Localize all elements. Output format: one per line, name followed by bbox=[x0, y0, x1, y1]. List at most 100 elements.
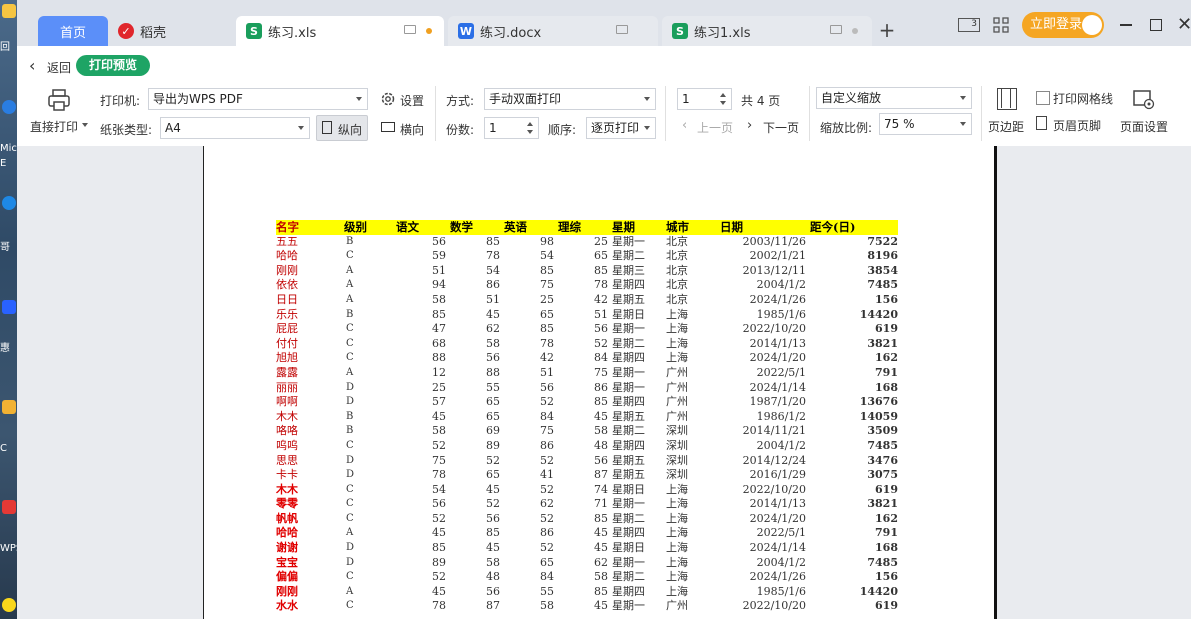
table-cell: 62 bbox=[486, 322, 500, 336]
prev-page-button[interactable]: 上一页 bbox=[697, 119, 733, 136]
table-row: 木木 B 45 65 84 45 星期五 广州 1986/1/2 14059 bbox=[276, 410, 898, 425]
margins-icon[interactable] bbox=[997, 88, 1017, 110]
maximize-icon[interactable] bbox=[1150, 19, 1162, 31]
printer-icon[interactable] bbox=[47, 88, 71, 112]
portrait-button[interactable]: 纵向 bbox=[316, 115, 368, 141]
table-row: 呜呜 C 52 89 86 48 星期四 深圳 2004/1/2 7485 bbox=[276, 439, 898, 454]
gear-icon[interactable] bbox=[380, 91, 396, 107]
chevron-right-icon[interactable]: › bbox=[747, 118, 752, 133]
table-cell: 星期四 bbox=[612, 278, 645, 292]
shortcut-icon[interactable] bbox=[2, 300, 16, 314]
table-cell: 2022/5/1 bbox=[756, 526, 806, 540]
landscape-button[interactable]: 横向 bbox=[379, 117, 439, 139]
margins-button[interactable]: 页边距 bbox=[988, 118, 1024, 135]
table-cell: 52 bbox=[432, 438, 446, 452]
table-cell: 85 bbox=[540, 322, 554, 336]
header-footer-icon[interactable] bbox=[1036, 116, 1047, 130]
table-cell: 87 bbox=[486, 599, 500, 613]
table-cell: 54 bbox=[486, 263, 500, 277]
page-setup-button[interactable]: 页面设置 bbox=[1120, 118, 1168, 135]
edge-icon[interactable] bbox=[2, 100, 16, 114]
table-cell: 3509 bbox=[867, 424, 898, 438]
direct-print-button[interactable]: 直接打印 bbox=[30, 118, 78, 135]
page-number-stepper[interactable]: 1 bbox=[677, 88, 732, 110]
table-cell: 上海 bbox=[666, 584, 688, 598]
settings-button[interactable]: 设置 bbox=[400, 92, 424, 109]
table-cell: 12 bbox=[432, 365, 446, 379]
monitor-icon[interactable] bbox=[830, 25, 842, 34]
table-cell: 619 bbox=[875, 322, 898, 336]
page-view-icon[interactable]: 3 bbox=[958, 18, 980, 32]
table-cell: 2016/1/29 bbox=[749, 468, 806, 482]
table-cell: 3075 bbox=[867, 468, 898, 482]
tab-xls1[interactable]: S 练习1.xls bbox=[662, 16, 872, 46]
table-cell: D bbox=[346, 396, 355, 408]
tab-docx[interactable]: W 练习.docx bbox=[448, 16, 658, 46]
add-tab-button[interactable]: + bbox=[877, 18, 897, 42]
tab-daoke[interactable]: ✓ 稻壳 bbox=[108, 16, 236, 46]
table-cell: 52 bbox=[540, 541, 554, 555]
wps-icon[interactable] bbox=[2, 500, 16, 514]
table-cell: 广州 bbox=[666, 365, 688, 379]
zoom-value: 75 % bbox=[884, 117, 915, 131]
mode-select[interactable]: 手动双面打印 bbox=[484, 88, 656, 110]
folder-icon[interactable] bbox=[2, 400, 16, 414]
table-cell: 56 bbox=[432, 497, 446, 511]
chevron-left-icon[interactable]: ‹ bbox=[682, 118, 687, 133]
desktop-strip: 回 Mic E 哥 惠 C WPS bbox=[0, 0, 17, 619]
app-icon[interactable] bbox=[2, 196, 16, 210]
table-cell: 2014/1/13 bbox=[749, 497, 806, 511]
gridlines-checkbox[interactable] bbox=[1036, 91, 1050, 105]
tab-home[interactable]: 首页 bbox=[38, 16, 108, 46]
paper-type-select[interactable]: A4 bbox=[160, 117, 310, 139]
table-cell: 付付 bbox=[276, 336, 298, 350]
table-cell: C bbox=[346, 337, 354, 349]
tab-xls-active[interactable]: S 练习.xls bbox=[236, 16, 444, 46]
table-cell: 52 bbox=[540, 453, 554, 467]
folder-icon[interactable] bbox=[2, 4, 16, 18]
chevron-down-icon[interactable] bbox=[82, 123, 88, 127]
table-cell: 深圳 bbox=[666, 438, 688, 452]
table-cell: 619 bbox=[875, 482, 898, 496]
table-cell: 88 bbox=[486, 365, 500, 379]
minimize-icon[interactable] bbox=[1120, 24, 1132, 26]
table-cell: 14059 bbox=[859, 409, 898, 423]
table-cell: 56 bbox=[486, 511, 500, 525]
table-cell: 45 bbox=[594, 409, 608, 423]
table-cell: A bbox=[346, 585, 354, 597]
table-cell: 2024/1/14 bbox=[749, 380, 806, 394]
close-icon[interactable]: ✕ bbox=[1177, 14, 1191, 35]
page-setup-icon[interactable] bbox=[1131, 88, 1157, 112]
order-select[interactable]: 逐页打印 bbox=[586, 117, 656, 139]
next-page-button[interactable]: 下一页 bbox=[763, 119, 799, 136]
header-footer-button[interactable]: 页眉页脚 bbox=[1053, 117, 1101, 134]
table-cell: 北京 bbox=[666, 292, 688, 306]
table-cell: 星期四 bbox=[612, 351, 645, 365]
tab-label: 练习.docx bbox=[480, 25, 542, 41]
column-header: 星期 bbox=[612, 220, 666, 235]
table-cell: 星期一 bbox=[612, 599, 645, 613]
table-cell: C bbox=[346, 483, 354, 495]
back-arrow-icon[interactable]: ‹ bbox=[29, 56, 35, 75]
data-table: 名字 级别 语文 数学 英语 理综 星期 城市 日期 距今(日) 五五 B 56 85 98 25 星期一 北京… bbox=[276, 220, 898, 614]
zoom-value-select[interactable]: 75 % bbox=[879, 113, 972, 135]
table-row: 依依 A 94 86 75 78 星期四 北京 2004/1/2 7485 bbox=[276, 278, 898, 293]
printer-select[interactable]: 导出为WPS PDF bbox=[148, 88, 368, 110]
table-cell: C bbox=[346, 498, 354, 510]
monitor-icon[interactable] bbox=[616, 25, 628, 34]
app-icon[interactable] bbox=[2, 598, 16, 612]
table-cell: 45 bbox=[486, 482, 500, 496]
table-cell: 14420 bbox=[859, 584, 898, 598]
table-cell: 2003/11/26 bbox=[742, 234, 806, 248]
table-row: 露露 A 12 88 51 75 星期一 广州 2022/5/1 791 bbox=[276, 366, 898, 381]
table-cell: 屁屁 bbox=[276, 322, 298, 336]
back-button[interactable]: 返回 bbox=[47, 59, 71, 76]
table-cell: 162 bbox=[875, 351, 898, 365]
monitor-icon[interactable] bbox=[404, 25, 416, 34]
zoom-mode-select[interactable]: 自定义缩放 bbox=[816, 87, 972, 109]
apps-grid-icon[interactable] bbox=[993, 17, 1009, 33]
login-button[interactable]: 立即登录 bbox=[1022, 12, 1104, 38]
table-row: 偏偏 C 52 48 84 58 星期二 上海 2024/1/26 156 bbox=[276, 570, 898, 585]
table-cell: 45 bbox=[432, 409, 446, 423]
copies-stepper[interactable]: 1 bbox=[484, 117, 539, 139]
